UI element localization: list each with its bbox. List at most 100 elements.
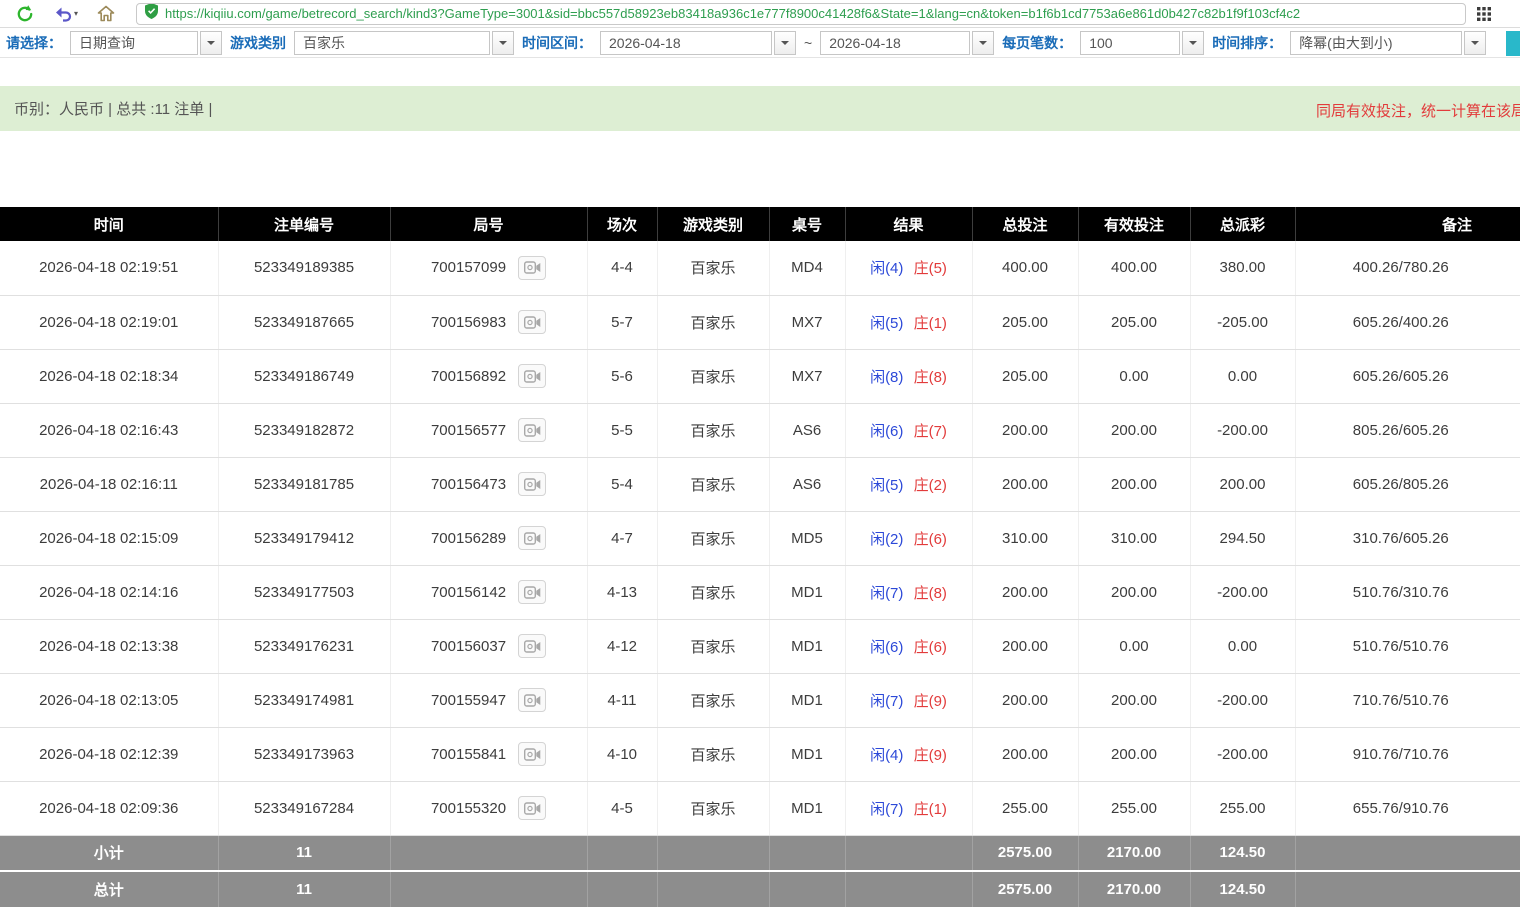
game-type: 百家乐 — [657, 349, 769, 403]
date-to-select[interactable] — [820, 31, 994, 55]
page-size-label: 每页笔数： — [1002, 33, 1072, 53]
bet-time: 2026-04-18 02:14:16 — [0, 565, 218, 619]
total-bet-value: 200.00 — [972, 457, 1078, 511]
empty-cell — [587, 871, 657, 907]
session: 5-7 — [587, 295, 657, 349]
table-code: MD1 — [769, 619, 845, 673]
page: ▾ https://kiqiiu.com/game/betrecord_sear… — [0, 0, 1520, 912]
note-value: 400.26/780.26 — [1295, 241, 1520, 295]
total-bet-value: 200.00 — [972, 619, 1078, 673]
date-to-input[interactable] — [820, 31, 970, 55]
video-replay-button[interactable] — [518, 364, 546, 388]
table-code: MX7 — [769, 349, 845, 403]
empty-cell — [1295, 871, 1520, 907]
game-type-input[interactable] — [294, 31, 490, 55]
session: 4-11 — [587, 673, 657, 727]
round-id: 700156289 — [431, 530, 506, 547]
total-bet-value: 200.00 — [972, 727, 1078, 781]
game-type-select[interactable] — [294, 31, 514, 55]
total-bet-value: 255.00 — [972, 781, 1078, 835]
chevron-down-icon[interactable] — [200, 31, 222, 55]
chevron-down-icon[interactable] — [1182, 31, 1204, 55]
game-type: 百家乐 — [657, 565, 769, 619]
result-player: 闲(4) — [870, 260, 903, 277]
header-valid-bet: 有效投注 — [1078, 207, 1190, 241]
note-value: 605.26/400.26 — [1295, 295, 1520, 349]
header-payout: 总派彩 — [1190, 207, 1295, 241]
game-type-label: 游戏类别 — [230, 33, 286, 53]
result-cell: 闲(6) 庄(6) — [845, 619, 972, 673]
round-cell: 700155320 — [390, 781, 587, 835]
result-cell: 闲(5) 庄(1) — [845, 295, 972, 349]
reload-icon[interactable] — [12, 2, 38, 26]
result-banker: 庄(1) — [914, 315, 947, 332]
total-bet-value: 310.00 — [972, 511, 1078, 565]
video-replay-button[interactable] — [518, 796, 546, 820]
address-bar[interactable]: https://kiqiiu.com/game/betrecord_search… — [136, 3, 1466, 25]
header-round-id: 局号 — [390, 207, 587, 241]
table-code: MD1 — [769, 727, 845, 781]
chevron-down-icon[interactable] — [492, 31, 514, 55]
undo-icon[interactable] — [52, 2, 74, 26]
result-banker: 庄(6) — [914, 531, 947, 548]
valid-bet-value: 200.00 — [1078, 727, 1190, 781]
valid-bet-value: 200.00 — [1078, 403, 1190, 457]
round-id: 700157099 — [431, 259, 506, 276]
table-row: 2026-04-18 02:13:05 523349174981 7001559… — [0, 673, 1520, 727]
chevron-down-icon[interactable] — [1464, 31, 1486, 55]
result-player: 闲(7) — [870, 693, 903, 710]
date-from-select[interactable] — [600, 31, 796, 55]
chevron-down-icon[interactable] — [774, 31, 796, 55]
payout-value: -200.00 — [1190, 673, 1295, 727]
result-cell: 闲(7) 庄(9) — [845, 673, 972, 727]
video-replay-button[interactable] — [518, 256, 546, 280]
table-code: AS6 — [769, 403, 845, 457]
result-cell: 闲(6) 庄(7) — [845, 403, 972, 457]
result-player: 闲(5) — [870, 477, 903, 494]
undo-dropdown-caret-icon[interactable]: ▾ — [74, 9, 78, 18]
video-replay-button[interactable] — [518, 742, 546, 766]
query-type-select[interactable] — [70, 31, 222, 55]
chevron-down-icon[interactable] — [972, 31, 994, 55]
header-result: 结果 — [845, 207, 972, 241]
table-code: MX7 — [769, 295, 845, 349]
video-replay-button[interactable] — [518, 472, 546, 496]
date-from-input[interactable] — [600, 31, 772, 55]
valid-bet-value: 205.00 — [1078, 295, 1190, 349]
total-valid-bet: 2170.00 — [1078, 871, 1190, 907]
page-size-input[interactable] — [1080, 31, 1180, 55]
sort-input[interactable] — [1290, 31, 1462, 55]
bet-time: 2026-04-18 02:09:36 — [0, 781, 218, 835]
video-replay-button[interactable] — [518, 580, 546, 604]
round-cell: 700156983 — [390, 295, 587, 349]
sort-select[interactable] — [1290, 31, 1486, 55]
result-player: 闲(4) — [870, 747, 903, 764]
spacer — [0, 131, 1520, 207]
video-replay-button[interactable] — [518, 526, 546, 550]
total-bet-value: 200.00 — [972, 673, 1078, 727]
result-cell: 闲(2) 庄(6) — [845, 511, 972, 565]
table-row: 2026-04-18 02:14:16 523349177503 7001561… — [0, 565, 1520, 619]
note-value: 510.76/310.76 — [1295, 565, 1520, 619]
payout-value: 200.00 — [1190, 457, 1295, 511]
video-replay-button[interactable] — [518, 634, 546, 658]
table-row: 2026-04-18 02:19:51 523349189385 7001570… — [0, 241, 1520, 295]
home-icon[interactable] — [94, 2, 118, 26]
result-banker: 庄(8) — [914, 585, 947, 602]
page-size-select[interactable] — [1080, 31, 1204, 55]
result-banker: 庄(9) — [914, 747, 947, 764]
bet-id: 523349174981 — [218, 673, 390, 727]
grid-dots-icon[interactable] — [1476, 6, 1492, 22]
round-cell: 700157099 — [390, 241, 587, 295]
total-bet-value: 205.00 — [972, 295, 1078, 349]
search-button[interactable]: 查询 — [1506, 31, 1520, 56]
result-cell: 闲(5) 庄(2) — [845, 457, 972, 511]
bet-id: 523349173963 — [218, 727, 390, 781]
video-replay-button[interactable] — [518, 418, 546, 442]
video-replay-button[interactable] — [518, 688, 546, 712]
video-replay-button[interactable] — [518, 310, 546, 334]
url-text: https://kiqiiu.com/game/betrecord_search… — [165, 6, 1300, 21]
query-type-input[interactable] — [70, 31, 198, 55]
session: 5-4 — [587, 457, 657, 511]
result-banker: 庄(9) — [914, 693, 947, 710]
